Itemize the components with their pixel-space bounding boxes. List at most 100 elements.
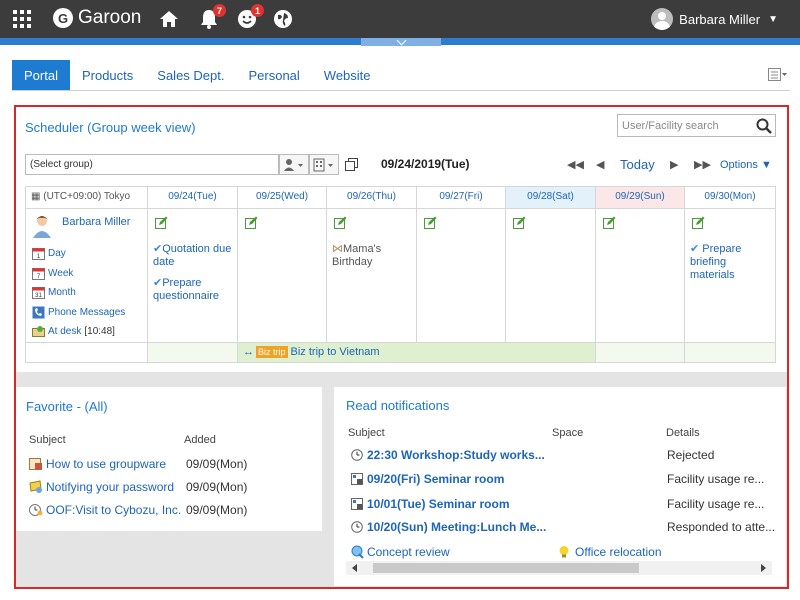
day-cell-wed[interactable] [237,208,327,343]
svg-text:31: 31 [35,293,42,299]
next-week-icon[interactable]: ▶▶ [694,158,711,171]
tab-sales-dept[interactable]: Sales Dept. [145,60,236,91]
scroll-left-icon[interactable] [352,564,357,572]
user-facility-search [617,114,776,137]
search-icon[interactable] [755,117,773,135]
add-appointment-icon[interactable] [334,216,347,229]
day-view-link[interactable]: 1 Day [32,244,147,264]
favorite-item[interactable]: Notifying your password [29,480,174,494]
favorite-subject: How to use groupware [46,457,167,471]
day-cell-fri[interactable] [416,208,506,343]
day-cell-mon[interactable]: ✔ Prepare briefing materials [684,208,776,343]
notification-item[interactable]: 10/20(Sun) Meeting:Lunch Me... [351,520,546,534]
group-select[interactable]: (Select group) [25,154,279,175]
globe-icon[interactable] [272,8,294,30]
app-menu-icon[interactable] [13,10,31,28]
search-input[interactable] [618,115,752,136]
tab-portal[interactable]: Portal [12,60,70,91]
tab-list-menu-icon[interactable] [768,68,788,82]
notification-item-office-relocation[interactable]: Office relocation [557,545,662,559]
scroll-right-icon[interactable] [761,564,766,572]
scheduler-user-name[interactable]: Barbara Miller [62,216,130,228]
month-view-link[interactable]: 31 Month [32,283,147,303]
add-appointment-icon[interactable] [513,216,526,229]
notification-item[interactable]: 09/20(Fri) Seminar room [351,472,504,486]
day-header[interactable]: 09/25(Wed) [237,186,327,209]
banner-event-biz-trip[interactable]: ↔ Biz trip Biz trip to Vietnam [237,341,596,363]
week-view-link[interactable]: 7 Week [32,264,147,284]
day-header[interactable]: 09/24(Tue) [147,186,238,209]
previous-week-icon[interactable]: ◀◀ [567,158,584,171]
favorite-item[interactable]: OOF:Visit to Cybozu, Inc. [29,503,181,517]
horizontal-scrollbar[interactable] [346,561,772,575]
day-header[interactable]: 09/27(Fri) [416,186,506,209]
tab-products[interactable]: Products [70,60,145,91]
week-link-label: Week [48,267,74,279]
add-appointment-icon[interactable] [155,216,168,229]
add-appointment-icon[interactable] [692,216,705,229]
app-name: Garoon [78,7,142,28]
phone-messages-link[interactable]: Phone Messages [32,303,147,323]
next-day-icon[interactable]: ▶ [670,158,678,171]
timezone-cell: ▦ (UTC+09:00) Tokyo [25,186,148,209]
favorite-item[interactable]: How to use groupware [29,457,166,471]
tab-website[interactable]: Website [312,60,383,91]
read-notifications-title[interactable]: Read notifications [346,398,449,413]
notification-bell-icon[interactable]: 7 [198,4,226,30]
scrollbar-thumb[interactable] [373,563,639,573]
today-link[interactable]: Today [620,157,655,172]
notification-item[interactable]: 10/01(Tue) Seminar room [351,497,510,511]
day-cell-tue[interactable]: ✔Quotation due date ✔Prepare questionnai… [147,208,238,343]
tab-personal[interactable]: Personal [236,60,311,91]
user-select-button[interactable] [279,154,309,175]
notification-subject: 22:30 Workshop:Study works... [367,448,545,462]
day-header-sunday[interactable]: 09/29(Sun) [595,186,685,209]
banner-row-label [25,341,148,363]
user-menu[interactable]: Barbara Miller ▼ [651,8,778,30]
event-prepare-briefing-materials[interactable]: ✔ Prepare briefing materials [690,243,770,282]
month-link-label: Month [48,287,76,299]
favorite-subject: Notifying your password [46,480,175,494]
notification-details: Facility usage re... [667,497,765,511]
add-appointment-icon[interactable] [245,216,258,229]
mention-smiley-icon[interactable]: 1 [236,4,264,30]
event-prepare-questionnaire[interactable]: ✔Prepare questionnaire [153,277,232,303]
add-appointment-icon[interactable] [603,216,616,229]
notification-item-concept-review[interactable]: Concept review [351,545,450,559]
header-collapse-toggle[interactable] [361,35,441,46]
lightbulb-icon [559,546,569,558]
facility-icon [351,498,363,510]
scheduler-title[interactable]: Scheduler (Group week view) [25,120,196,135]
chevron-down-icon: ▼ [768,13,778,25]
group-week-grid: ▦ (UTC+09:00) Tokyo 09/24(Tue) 09/25(Wed… [25,186,776,363]
phone-icon [32,306,45,319]
favorite-title[interactable]: Favorite - (All) [26,399,108,414]
day-cell-sat[interactable] [505,208,596,343]
popup-window-icon[interactable] [345,158,358,174]
current-date: 09/24/2019(Tue) [381,157,470,171]
day-header[interactable]: 09/30(Mon) [684,186,776,209]
notification-item[interactable]: 22:30 Workshop:Study works... [351,448,545,462]
span-arrow-icon: ↔ [243,345,254,358]
at-desk-label: At desk [48,326,82,338]
facility-select-button[interactable] [309,154,339,175]
add-appointment-icon[interactable] [424,216,437,229]
day-header-saturday[interactable]: 09/28(Sat) [505,186,596,209]
user-avatar-icon [32,214,52,238]
event-quotation-due-date[interactable]: ✔Quotation due date [153,243,232,269]
options-menu[interactable]: Options ▼ [720,159,772,171]
previous-day-icon[interactable]: ◀ [596,158,604,171]
todo-check-icon: ✔ [153,277,163,289]
at-desk-status[interactable]: At desk [10:48] [32,322,147,342]
favorite-subject-header: Subject [29,434,66,446]
notification-subject: 10/01(Tue) Seminar room [367,497,510,511]
notification-subject: 10/20(Sun) Meeting:Lunch Me... [367,520,547,534]
event-mamas-birthday[interactable]: ⋈Mama's Birthday [332,243,411,269]
home-icon[interactable] [158,8,180,30]
day-cell-sun[interactable] [595,208,685,343]
month-calendar-icon: 31 [32,287,45,300]
day-cell-thu[interactable]: ⋈Mama's Birthday [326,208,417,343]
todo-check-icon: ✔ [153,243,163,255]
garoon-logo[interactable]: G Garoon [53,7,141,29]
day-header[interactable]: 09/26(Thu) [326,186,417,209]
